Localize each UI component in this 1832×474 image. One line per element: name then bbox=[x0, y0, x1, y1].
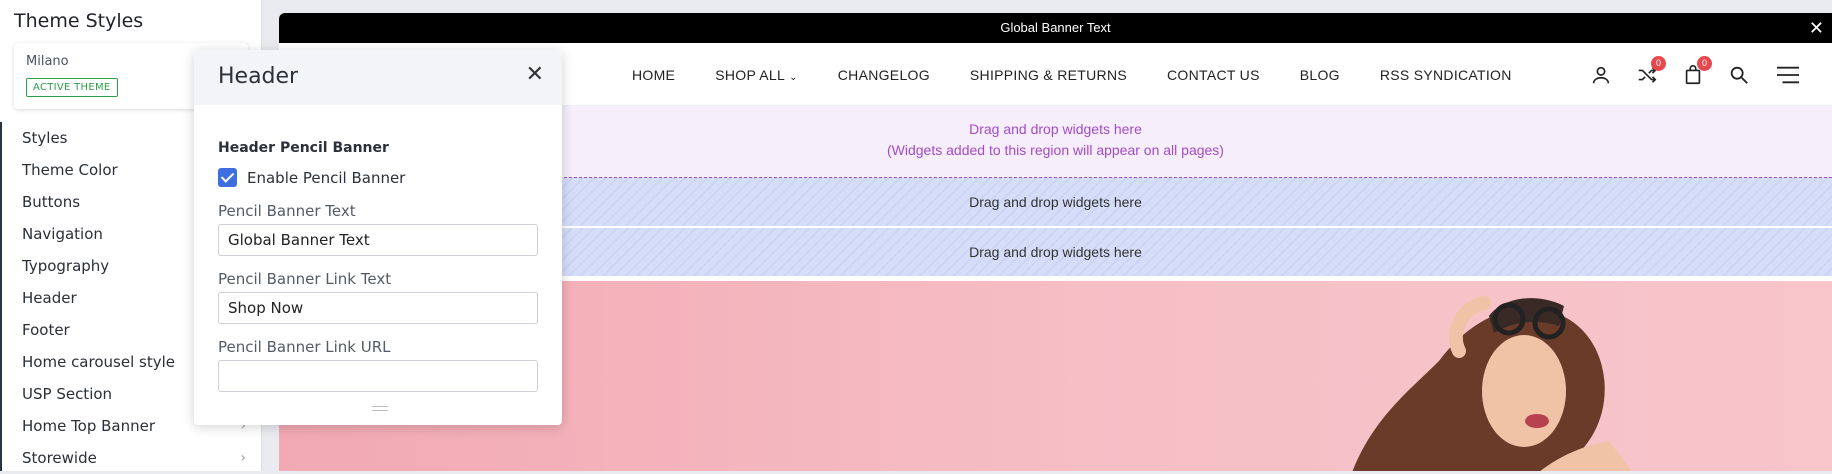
pencil-banner-link-url-input[interactable] bbox=[218, 360, 538, 392]
sidebar-item-label: Storewide bbox=[22, 449, 97, 467]
sidebar-item-label: Footer bbox=[22, 321, 70, 339]
nav-link-shipping-returns[interactable]: SHIPPING & RETURNS bbox=[970, 67, 1127, 83]
sidebar-item-label: Navigation bbox=[22, 225, 103, 243]
chevron-down-icon: ⌄ bbox=[789, 71, 798, 83]
theme-name: Milano bbox=[26, 54, 69, 69]
compare-count-badge: 0 bbox=[1651, 55, 1666, 71]
nav-link-home[interactable]: HOME bbox=[632, 67, 675, 83]
cart-count-badge: 0 bbox=[1697, 55, 1712, 71]
sidebar-item-label: Home Top Banner bbox=[22, 417, 156, 435]
field-label: Pencil Banner Text bbox=[218, 202, 356, 220]
field-label: Pencil Banner Link URL bbox=[218, 338, 391, 356]
global-banner: Global Banner Text ✕ bbox=[279, 13, 1832, 43]
sidebar-item-label: Typography bbox=[22, 257, 110, 275]
pencil-banner-link-text-input[interactable] bbox=[218, 292, 538, 324]
search-icon[interactable] bbox=[1728, 64, 1750, 86]
region-hint: Drag and drop widgets here bbox=[969, 194, 1142, 210]
sidebar-item-label: Header bbox=[22, 289, 77, 307]
enable-pencil-banner-checkbox[interactable] bbox=[218, 168, 237, 187]
enable-pencil-banner-row[interactable]: Enable Pencil Banner bbox=[218, 168, 405, 187]
sidebar-title: Theme Styles bbox=[14, 10, 144, 32]
field-label: Pencil Banner Link Text bbox=[218, 270, 392, 288]
store-nav: HOME SHOP ALL ⌄ CHANGELOG SHIPPING & RETU… bbox=[632, 43, 1552, 106]
nav-link-blog[interactable]: BLOG bbox=[1300, 67, 1340, 83]
nav-link-contact-us[interactable]: CONTACT US bbox=[1167, 67, 1260, 83]
user-icon[interactable] bbox=[1590, 64, 1612, 86]
nav-link-shop-all[interactable]: SHOP ALL ⌄ bbox=[715, 67, 798, 83]
chevron-right-icon: › bbox=[240, 450, 246, 466]
compare-icon[interactable]: 0 bbox=[1636, 55, 1666, 86]
sidebar-item-label: Theme Color bbox=[22, 161, 118, 179]
cart-icon[interactable]: 0 bbox=[1682, 55, 1712, 86]
header-settings-panel: Header ✕ Header Pencil Banner Enable Pen… bbox=[194, 50, 562, 425]
sidebar-item-label: Buttons bbox=[22, 193, 81, 211]
checkbox-label: Enable Pencil Banner bbox=[247, 168, 406, 187]
global-banner-text: Global Banner Text bbox=[1000, 20, 1111, 35]
nav-link-label: SHOP ALL bbox=[715, 66, 786, 83]
close-icon[interactable]: ✕ bbox=[526, 62, 544, 87]
panel-header: Header ✕ bbox=[194, 50, 562, 105]
close-icon[interactable]: ✕ bbox=[1809, 13, 1824, 43]
sidebar-item-label: USP Section bbox=[22, 385, 113, 403]
menu-icon[interactable] bbox=[1774, 64, 1802, 86]
nav-link-changelog[interactable]: CHANGELOG bbox=[838, 67, 930, 83]
nav-link-rss-syndication[interactable]: RSS SYNDICATION bbox=[1380, 67, 1512, 83]
sidebar-item-label: Home carousel style bbox=[22, 353, 175, 371]
header-icons: 0 0 bbox=[1566, 43, 1802, 106]
sidebar-item-label: Styles bbox=[22, 129, 68, 147]
sidebar-item-storewide[interactable]: Storewide › bbox=[2, 442, 262, 474]
section-title: Header Pencil Banner bbox=[218, 140, 389, 156]
region-hint: Drag and drop widgets here bbox=[969, 244, 1142, 260]
panel-title: Header bbox=[218, 64, 299, 89]
pencil-banner-text-input[interactable] bbox=[218, 224, 538, 256]
active-theme-badge: ACTIVE THEME bbox=[26, 78, 118, 97]
resize-handle[interactable] bbox=[372, 406, 388, 411]
